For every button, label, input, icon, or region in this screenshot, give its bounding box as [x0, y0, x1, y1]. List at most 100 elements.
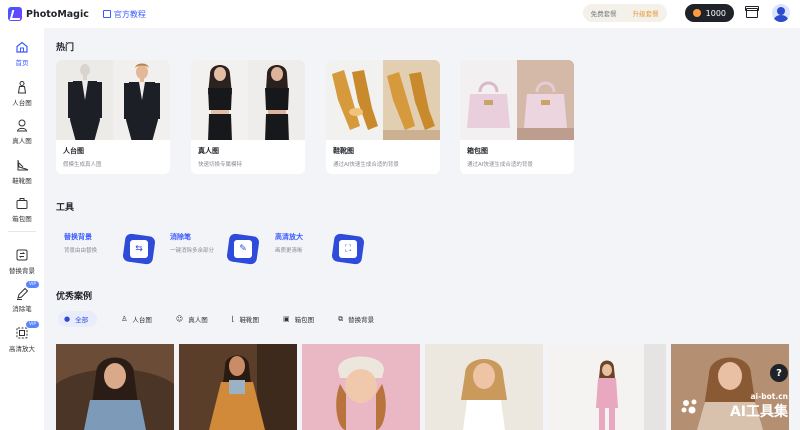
sidebar-item-upscale[interactable]: VIP 高清放大	[0, 321, 44, 353]
mannequin-icon: ♙	[121, 315, 128, 323]
filter-label: 替换背景	[348, 316, 375, 324]
sidebar-label-replace-bg: 替换背景	[9, 267, 35, 275]
home-icon	[15, 40, 29, 54]
bag-icon: ▣	[282, 315, 290, 323]
plan-free-label: 免费套餐	[590, 10, 617, 18]
filter-mannequin[interactable]: ♙ 人台图	[121, 311, 152, 327]
bag-photo-plain	[460, 60, 517, 140]
hot-card-image	[56, 60, 170, 140]
filter-label: 真人图	[188, 316, 208, 324]
shoe-icon: ⌊	[231, 315, 235, 323]
case-card[interactable]	[425, 344, 543, 430]
hot-card-desc: 通过AI快速生成合适的背景	[467, 162, 533, 168]
tutorial-link[interactable]: 官方教程	[102, 9, 146, 20]
swap-icon: ⇆	[122, 233, 156, 265]
case-card[interactable]	[302, 344, 420, 430]
tool-name: 高清放大	[275, 233, 303, 241]
tools-section-title: 工具	[56, 203, 75, 213]
tool-eraser[interactable]: 消除笔 一键消除多余部分 ✎	[170, 226, 265, 270]
sidebar-item-person[interactable]: 真人图	[0, 118, 44, 145]
case-filter-row: ● 全部 ♙ 人台图 ☺ 真人图 ⌊ 鞋靴图 ▣ 箱包图 ⧉ 替换背景	[58, 311, 398, 327]
hot-card-name: 箱包图	[467, 147, 488, 155]
hot-card-name: 真人图	[198, 147, 219, 155]
filter-all[interactable]: ● 全部	[58, 311, 98, 327]
model-photo-1	[191, 60, 248, 140]
tool-desc: 画质更清晰	[275, 248, 303, 254]
hot-card-bags[interactable]: 箱包图 通过AI快速生成合适的背景	[460, 60, 574, 174]
archive-icon[interactable]	[745, 6, 759, 18]
hot-card-real-person[interactable]: 真人图 快速切换专属模特	[191, 60, 305, 174]
upgrade-plan-button[interactable]: 升级套餐	[625, 8, 667, 18]
help-button[interactable]: ?	[770, 364, 788, 382]
replace-bg-icon: ⧉	[338, 314, 344, 323]
filter-label: 人台图	[132, 316, 152, 324]
sidebar-label-home: 首页	[15, 59, 29, 67]
sidebar-label-upscale: 高清放大	[9, 345, 35, 353]
sidebar-label-eraser: 消除笔	[12, 305, 32, 313]
case-card[interactable]	[548, 344, 666, 430]
tool-desc: 背景由由替换	[64, 248, 98, 254]
filter-shoes[interactable]: ⌊ 鞋靴图	[232, 311, 259, 327]
coin-balance[interactable]: 1000	[684, 4, 734, 22]
sidebar-label-mannequin: 人台图	[12, 99, 32, 107]
filter-bags[interactable]: ▣ 箱包图	[283, 311, 314, 327]
user-avatar[interactable]	[772, 4, 790, 22]
sidebar-item-bags[interactable]: 箱包图	[0, 196, 44, 223]
case-card[interactable]	[179, 344, 297, 430]
app-logo[interactable]: PhotoMagic	[8, 7, 89, 21]
hot-card-shoes[interactable]: 鞋靴图 通过AI快速生成合适的背景	[326, 60, 440, 174]
coin-count: 1000	[705, 8, 726, 18]
tutorial-label: 官方教程	[113, 9, 146, 19]
sidebar-item-replace-bg[interactable]: 替换背景	[0, 248, 44, 275]
sidebar-item-shoes[interactable]: 鞋靴图	[0, 158, 44, 185]
pen-icon: ✎	[226, 233, 260, 265]
header-actions: 免费套餐 升级套餐 1000	[582, 4, 790, 22]
hot-card-image	[191, 60, 305, 140]
filter-replace-bg[interactable]: ⧉ 替换背景	[338, 311, 374, 327]
plan-pill[interactable]: 免费套餐 升级套餐	[582, 4, 667, 22]
enlarge-icon: ⛶	[331, 233, 365, 265]
tool-name: 替换背景	[64, 233, 92, 241]
hot-card-desc: 通过AI快速生成合适的背景	[333, 162, 399, 168]
sidebar-divider	[8, 231, 36, 232]
watermark: ai-bot.cn AI工具集	[678, 392, 788, 421]
cases-section-title: 优秀案例	[56, 292, 93, 302]
person-icon	[15, 118, 29, 132]
all-icon: ●	[64, 315, 71, 323]
shoe-photo-plain	[326, 60, 383, 140]
app-name: PhotoMagic	[26, 8, 89, 20]
replace-bg-icon	[15, 248, 29, 262]
sidebar-item-eraser[interactable]: VIP 消除笔	[0, 281, 44, 313]
person-icon: ☺	[175, 315, 184, 323]
hot-card-desc: 快速切换专属模特	[198, 162, 243, 168]
hot-section-title: 热门	[56, 43, 75, 53]
sidebar-item-mannequin[interactable]: 人台图	[0, 80, 44, 107]
bag-icon	[15, 196, 29, 210]
vip-badge: VIP	[26, 321, 40, 328]
tool-replace-bg[interactable]: 替换背景 背景由由替换 ⇆	[64, 226, 159, 270]
shoe-icon	[15, 158, 29, 172]
hot-card-name: 鞋靴图	[333, 147, 354, 155]
filter-label: 箱包图	[294, 316, 315, 324]
bag-photo-styled	[517, 60, 574, 140]
hot-card-mannequin[interactable]: 人台图 假模生成真人图	[56, 60, 170, 174]
hot-card-image	[460, 60, 574, 140]
filter-real-person[interactable]: ☺ 真人图	[176, 311, 208, 327]
sidebar-label-person: 真人图	[12, 137, 32, 145]
case-card[interactable]	[56, 344, 174, 430]
tool-upscale[interactable]: 高清放大 画质更清晰 ⛶	[275, 226, 370, 270]
book-icon	[102, 10, 111, 18]
model-photo-2	[248, 60, 305, 140]
coin-icon	[692, 9, 701, 17]
model-photo	[113, 60, 170, 140]
mannequin-photo	[56, 60, 113, 140]
tool-name: 消除笔	[170, 233, 191, 241]
tool-desc: 一键消除多余部分	[170, 248, 215, 254]
shoe-photo-styled	[383, 60, 440, 140]
hot-card-desc: 假模生成真人图	[63, 162, 102, 168]
mannequin-icon	[15, 80, 29, 94]
eraser-pen-icon	[15, 286, 29, 300]
watermark-logo-icon	[681, 399, 697, 414]
filter-label: 全部	[75, 316, 89, 324]
sidebar-item-home[interactable]: 首页	[0, 40, 44, 67]
